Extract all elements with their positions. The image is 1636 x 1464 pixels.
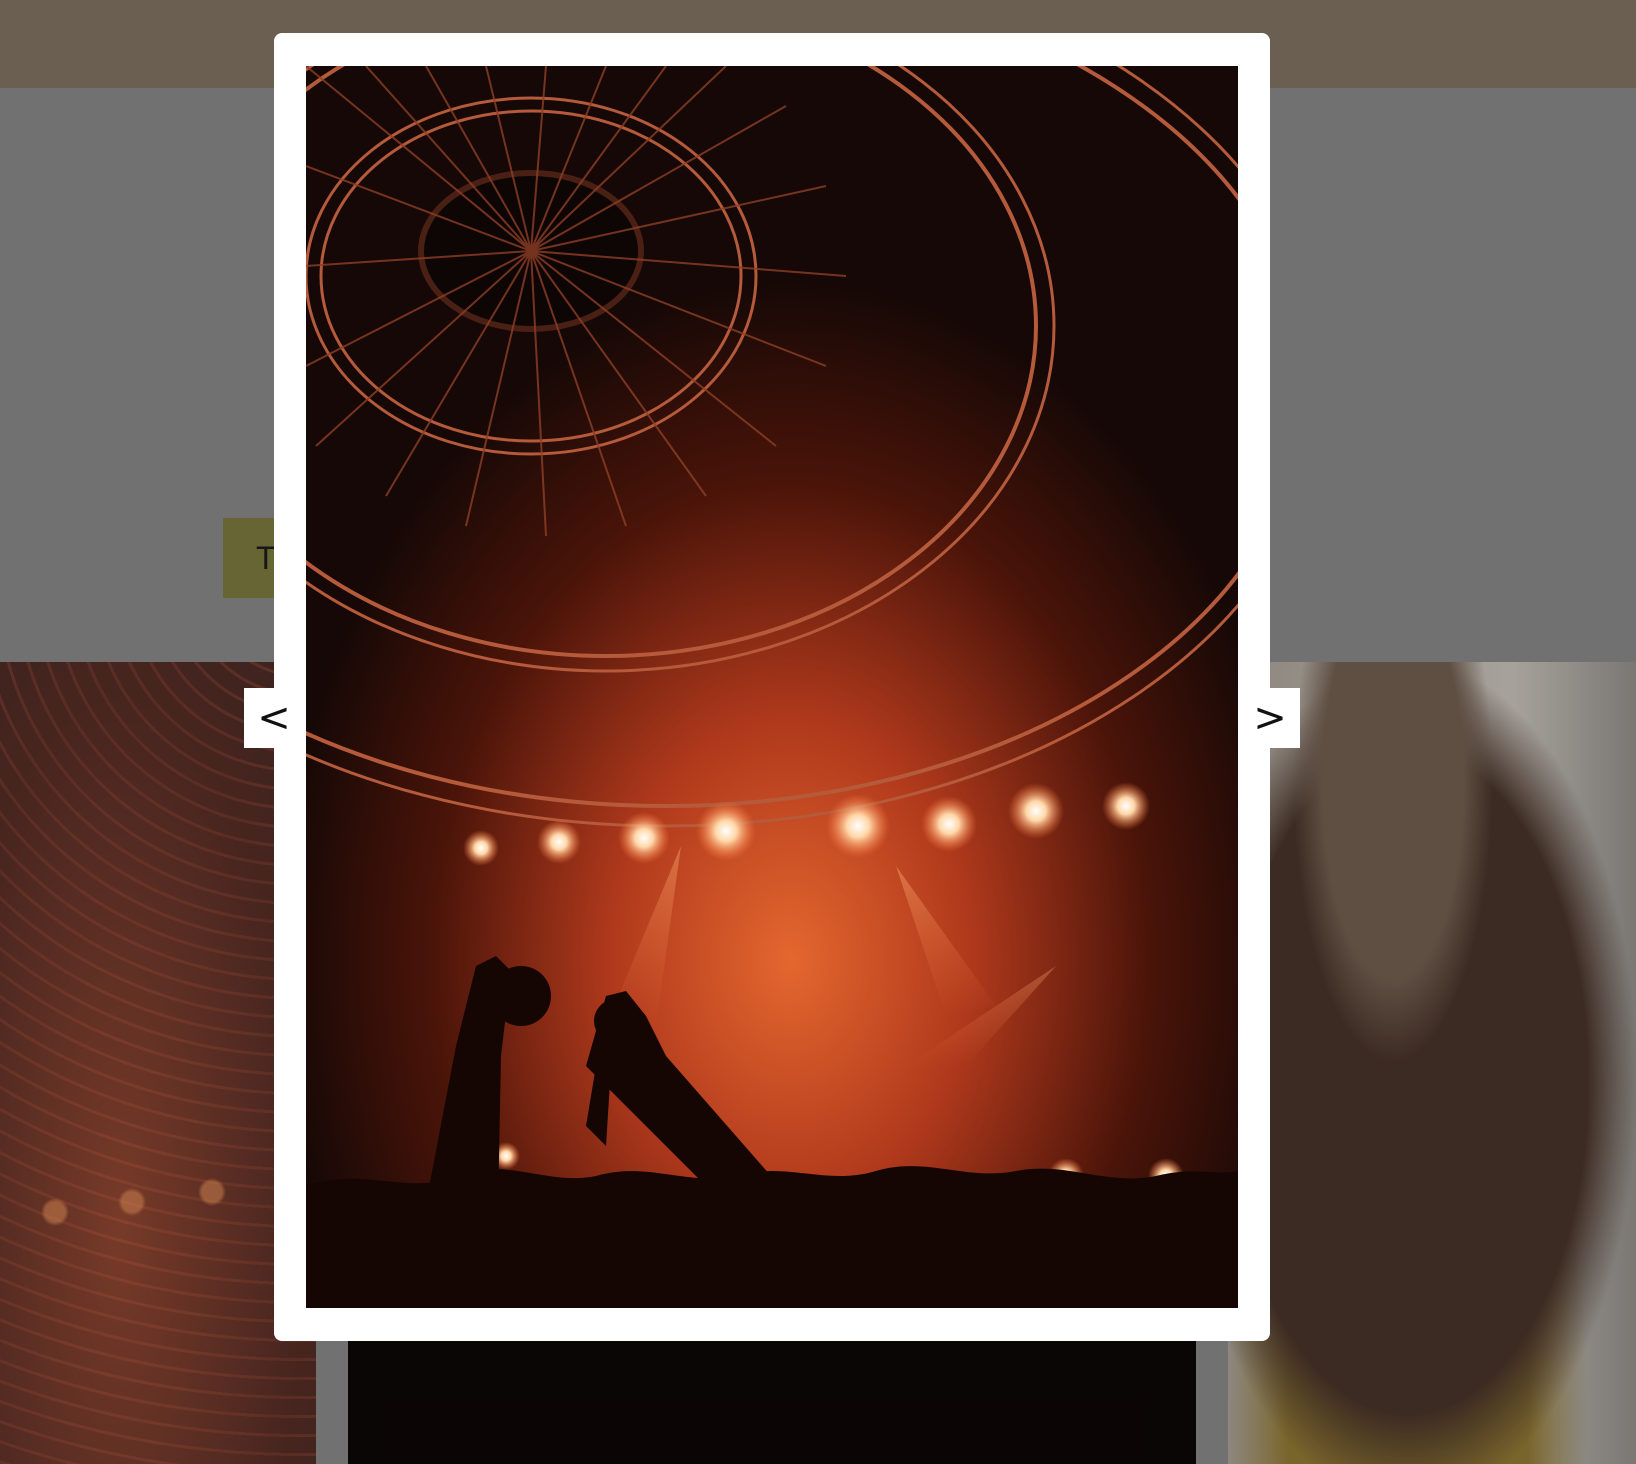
next-image-button[interactable]: > (1240, 688, 1300, 748)
chevron-left-icon: < (257, 695, 291, 741)
concert-photo (306, 66, 1238, 1308)
previous-image-button[interactable]: < (244, 688, 304, 748)
lightbox-dialog (274, 33, 1270, 1341)
lightbox-image (306, 66, 1238, 1308)
chevron-right-icon: > (1253, 695, 1287, 741)
